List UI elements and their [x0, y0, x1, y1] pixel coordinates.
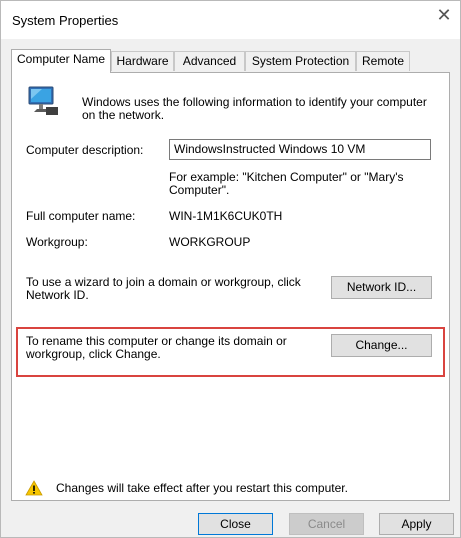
close-button[interactable]: Close: [198, 513, 273, 535]
tab-advanced[interactable]: Advanced: [174, 51, 245, 71]
system-properties-window: System Properties ✕ Computer Name Hardwa…: [0, 0, 461, 538]
full-computer-name-label: Full computer name:: [26, 209, 136, 223]
computer-monitor-icon: [26, 85, 60, 119]
tab-hardware[interactable]: Hardware: [111, 51, 174, 71]
network-id-button[interactable]: Network ID...: [331, 276, 432, 299]
title-bar[interactable]: System Properties ✕: [1, 1, 460, 39]
description-example: For example: "Kitchen Computer" or "Mary…: [169, 170, 404, 197]
rename-text: To rename this computer or change its do…: [26, 334, 287, 361]
apply-button[interactable]: Apply: [379, 513, 454, 535]
workgroup-value: WORKGROUP: [169, 235, 251, 249]
computer-description-input[interactable]: WindowsInstructed Windows 10 VM: [169, 139, 431, 160]
cancel-button[interactable]: Cancel: [289, 513, 364, 535]
tab-remote[interactable]: Remote: [356, 51, 410, 71]
network-id-text: To use a wizard to join a domain or work…: [26, 275, 301, 302]
info-text: Windows uses the following information t…: [82, 95, 427, 122]
tab-system-protection[interactable]: System Protection: [245, 51, 356, 71]
warning-icon: [25, 480, 43, 496]
window-title: System Properties: [12, 13, 119, 28]
workgroup-label: Workgroup:: [26, 235, 88, 249]
computer-name-panel: Windows uses the following information t…: [11, 72, 450, 501]
full-computer-name-value: WIN-1M1K6CUK0TH: [169, 209, 283, 223]
close-icon[interactable]: ✕: [432, 4, 456, 28]
tab-computer-name[interactable]: Computer Name: [11, 49, 111, 73]
warning-text: Changes will take effect after you resta…: [56, 481, 348, 495]
change-button[interactable]: Change...: [331, 334, 432, 357]
computer-description-label: Computer description:: [26, 143, 144, 157]
